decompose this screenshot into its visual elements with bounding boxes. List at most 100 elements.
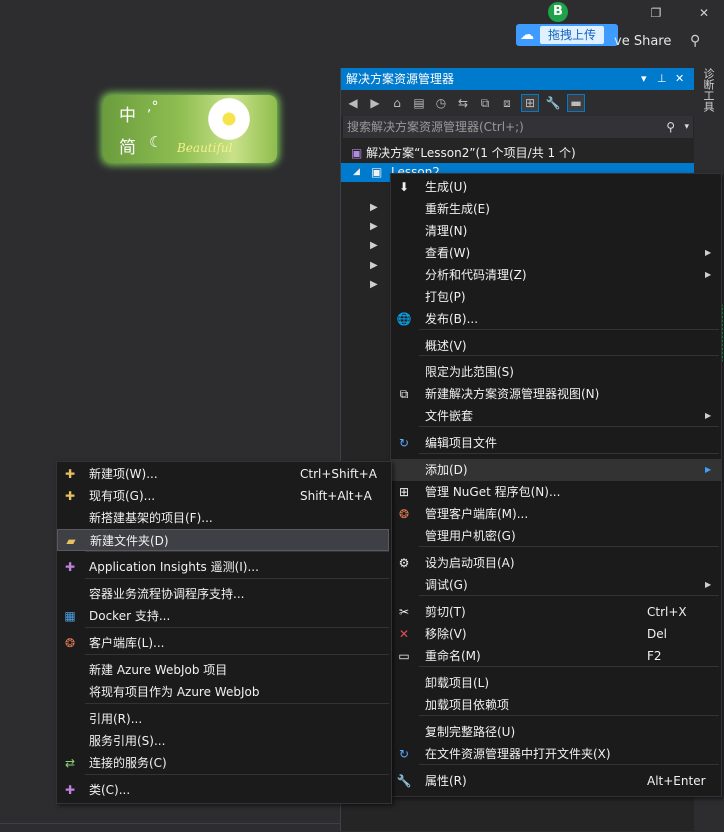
context-menu-item[interactable]: 重新生成(E): [391, 198, 721, 220]
context-menu-item[interactable]: ⚙ 设为启动项目(A): [391, 552, 721, 574]
add-submenu-item[interactable]: 新搭建基架的项目(F)...: [57, 507, 389, 529]
properties-wrench-icon[interactable]: 🔧: [545, 95, 561, 111]
menu-separator: [85, 774, 389, 775]
submenu-item-label: 容器业务流程协调程序支持...: [89, 587, 245, 601]
context-menu-item[interactable]: 查看(W) ▶: [391, 242, 721, 264]
solution-node-label: 解决方案“Lesson2”(1 个项目/共 1 个): [366, 146, 576, 160]
pin-icon[interactable]: ⊥: [657, 68, 667, 90]
context-menu-item[interactable]: 限定为此范围(S): [391, 361, 721, 383]
submenu-item-label: 新建文件夹(D): [90, 534, 169, 548]
restore-button[interactable]: ❐: [644, 4, 668, 22]
menu-separator: [419, 546, 719, 547]
tree-expand-icon[interactable]: ▶: [370, 221, 378, 232]
menu-item-label: 重新生成(E): [425, 202, 490, 216]
context-menu-item[interactable]: 分析和代码清理(Z) ▶: [391, 264, 721, 286]
panel-dropdown-icon[interactable]: ▾: [641, 68, 647, 90]
add-submenu-item[interactable]: ✚ 类(C)...: [57, 779, 389, 801]
close-panel-icon[interactable]: ✕: [675, 68, 684, 90]
context-menu-item[interactable]: 卸载项目(L): [391, 672, 721, 694]
add-submenu-item[interactable]: ✚ 新建项(W)... Ctrl+Shift+A: [57, 463, 389, 485]
search-icon[interactable]: ⚲: [666, 116, 675, 138]
solution-icon: ▣: [351, 146, 363, 160]
menu-separator: [419, 355, 719, 356]
menu-item-label: 限定为此范围(S): [425, 365, 514, 379]
feedback-icon[interactable]: ⚲: [690, 33, 700, 49]
upload-label[interactable]: 拖拽上传: [540, 26, 605, 44]
pending-changes-icon[interactable]: ◷: [433, 95, 449, 111]
show-all-files-icon[interactable]: ⧈: [499, 95, 515, 111]
context-menu-item[interactable]: ⊞ 管理 NuGet 程序包(N)...: [391, 481, 721, 503]
remove-x-icon: ✕: [398, 627, 410, 641]
live-share-button[interactable]: ve Share: [614, 34, 671, 49]
add-submenu-item[interactable]: 引用(R)...: [57, 708, 389, 730]
context-menu-item[interactable]: 管理用户机密(G): [391, 525, 721, 547]
tree-expand-icon[interactable]: ▶: [370, 279, 378, 290]
tree-expand-icon[interactable]: ▶: [370, 202, 378, 213]
preview-icon[interactable]: ▬: [567, 94, 585, 112]
add-submenu-item[interactable]: ▰ 新建文件夹(D): [57, 529, 389, 551]
collapse-all-icon[interactable]: ⧉: [477, 95, 493, 111]
context-menu-item[interactable]: ↻ 编辑项目文件: [391, 432, 721, 454]
close-window-button[interactable]: ✕: [692, 4, 716, 22]
add-submenu-item[interactable]: ▦ Docker 支持...: [57, 605, 389, 627]
menu-item-label: 加载项目依赖项: [425, 698, 510, 712]
solution-node[interactable]: ▣ 解决方案“Lesson2”(1 个项目/共 1 个): [351, 144, 576, 163]
context-menu-item[interactable]: 打包(P): [391, 286, 721, 308]
add-submenu-item[interactable]: 将现有项目作为 Azure WebJob: [57, 681, 389, 703]
context-menu-item[interactable]: ⧉ 新建解决方案资源管理器视图(N): [391, 383, 721, 405]
sync-icon[interactable]: ⇆: [455, 95, 471, 111]
ime-punct-mode[interactable]: ,°: [147, 99, 158, 115]
context-menu-item[interactable]: 文件嵌套 ▶: [391, 405, 721, 427]
account-avatar[interactable]: B: [548, 2, 568, 22]
add-submenu-item[interactable]: 新建 Azure WebJob 项目: [57, 659, 389, 681]
expand-arrow-icon[interactable]: ◢: [353, 163, 360, 182]
context-menu-item[interactable]: ▭ 重命名(M) F2: [391, 645, 721, 667]
moon-icon[interactable]: ☾: [149, 133, 162, 151]
context-menu-item[interactable]: 加载项目依赖项: [391, 694, 721, 716]
context-menu-item[interactable]: ✂ 剪切(T) Ctrl+X: [391, 601, 721, 623]
context-menu-item[interactable]: 添加(D) ▶: [391, 459, 721, 481]
menu-item-label: 发布(B)...: [425, 312, 479, 326]
tree-expand-icon[interactable]: ▶: [370, 240, 378, 251]
diagnostic-tools-tab[interactable]: 诊断工具: [700, 68, 716, 112]
context-menu-item[interactable]: 清理(N): [391, 220, 721, 242]
context-menu-item[interactable]: 🔧 属性(R) Alt+Enter: [391, 770, 721, 792]
context-menu-item[interactable]: ❂ 管理客户端库(M)...: [391, 503, 721, 525]
track-active-item-icon[interactable]: ⊞: [521, 94, 539, 112]
add-submenu-item[interactable]: ✚ Application Insights 遥测(I)...: [57, 556, 389, 578]
solution-search-input[interactable]: 搜索解决方案资源管理器(Ctrl+;) ⚲ ▾: [343, 116, 693, 138]
context-menu-item[interactable]: ⬇ 生成(U): [391, 176, 721, 198]
menu-separator: [85, 654, 389, 655]
context-menu-item[interactable]: 概述(V): [391, 335, 721, 357]
cloud-icon: ☁: [520, 27, 534, 43]
add-submenu-item[interactable]: ✚ 现有项(G)... Shift+Alt+A: [57, 485, 389, 507]
search-placeholder: 搜索解决方案资源管理器(Ctrl+;): [347, 120, 524, 134]
context-menu-item[interactable]: 🌐 发布(B)...: [391, 308, 721, 330]
solution-explorer-title-bar: 解决方案资源管理器 ▾ ⊥ ✕: [341, 68, 695, 90]
home-icon[interactable]: ⌂: [389, 95, 405, 111]
menu-item-label: 在文件资源管理器中打开文件夹(X): [425, 747, 611, 761]
tree-expand-icon[interactable]: ▶: [370, 260, 378, 271]
connected-service-icon: ⇄: [64, 756, 76, 770]
submenu-item-shortcut: Ctrl+Shift+A: [300, 467, 377, 481]
context-menu-item[interactable]: ↻ 在文件资源管理器中打开文件夹(X): [391, 743, 721, 765]
upload-widget[interactable]: ☁ 拖拽上传: [516, 24, 618, 46]
panel-title: 解决方案资源管理器: [346, 72, 455, 86]
submenu-item-shortcut: Shift+Alt+A: [300, 489, 372, 503]
ime-language-char[interactable]: 中: [119, 101, 136, 126]
add-submenu-item[interactable]: ⇄ 连接的服务(C): [57, 752, 389, 774]
add-submenu-item[interactable]: 服务引用(S)...: [57, 730, 389, 752]
back-icon[interactable]: ◀: [345, 95, 361, 111]
switch-views-icon[interactable]: ▤: [411, 95, 427, 111]
menu-item-label: 添加(D): [425, 463, 468, 477]
context-menu-item[interactable]: ✕ 移除(V) Del: [391, 623, 721, 645]
add-submenu-item[interactable]: ❂ 客户端库(L)...: [57, 632, 389, 654]
ime-simplified-char[interactable]: 简: [119, 133, 136, 158]
context-menu-item[interactable]: 复制完整路径(U): [391, 721, 721, 743]
ime-status-widget[interactable]: 中 ,° 简 ☾ Beautiful: [103, 95, 277, 163]
menu-item-label: 清理(N): [425, 224, 468, 238]
forward-icon[interactable]: ▶: [367, 95, 383, 111]
context-menu-item[interactable]: 调试(G) ▶: [391, 574, 721, 596]
add-submenu-item[interactable]: 容器业务流程协调程序支持...: [57, 583, 389, 605]
search-options-icon[interactable]: ▾: [684, 116, 689, 138]
